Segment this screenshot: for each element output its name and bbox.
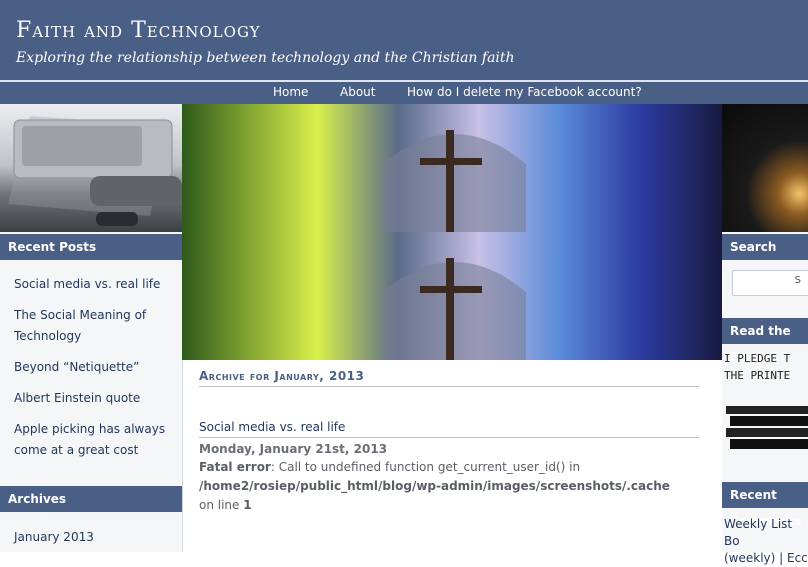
pledge-line: THE PRINTE <box>724 369 791 382</box>
recent-posts-heading: Recent Posts <box>0 234 182 260</box>
read-the-print-heading: Read the Print <box>722 318 808 364</box>
pledge-text: I PLEDGE T THE PRINTE <box>724 350 808 384</box>
nav-about[interactable]: About <box>340 85 375 99</box>
cross-wall-illustration <box>182 232 722 360</box>
site-tagline: Exploring the relationship between techn… <box>16 50 515 66</box>
recent-comments-heading: Recent Comments <box>722 482 808 528</box>
main-nav: Home About How do I delete my Facebook a… <box>0 81 808 104</box>
comment-text: Weekly List Bo <box>724 517 793 548</box>
cross-wall-illustration <box>182 104 722 232</box>
left-sidebar: Recent Posts Social media vs. real life … <box>0 232 183 552</box>
recent-post-link[interactable]: The Social Meaning of Technology <box>14 305 174 347</box>
site-header: Faith and Technology Exploring the relat… <box>0 0 808 81</box>
right-sidebar: Search S Read the Print I PLEDGE T THE P… <box>722 232 808 565</box>
recent-post-link[interactable]: Beyond “Netiquette” <box>14 357 174 378</box>
site-title[interactable]: Faith and Technology <box>16 18 261 43</box>
recent-post-link[interactable]: Social media vs. real life <box>14 274 174 295</box>
nav-home[interactable]: Home <box>273 85 308 99</box>
nav-delete-facebook[interactable]: How do I delete my Facebook account? <box>407 85 642 99</box>
recent-post-link[interactable]: Albert Einstein quote <box>14 388 174 409</box>
pledge-line: I PLEDGE T <box>724 352 791 365</box>
church-cross-banner-bottom <box>182 232 722 360</box>
books-stack-icon <box>726 406 808 449</box>
church-cross-banner-top <box>182 104 722 232</box>
search-heading: Search <box>722 234 808 260</box>
recent-post-link[interactable]: Apple picking has always come at a great… <box>14 419 174 461</box>
error-message: : Call to undefined function get_current… <box>270 460 581 474</box>
archives-heading: Archives <box>0 486 182 512</box>
recent-comment-item[interactable]: Weekly List Bo (weekly) | Ecc <box>724 516 808 567</box>
fatal-error-message: Fatal error: Call to undefined function … <box>199 458 699 515</box>
archive-heading: Archive for January, 2013 <box>199 369 699 387</box>
post-date: Monday, January 21st, 2013 <box>199 442 388 456</box>
error-path: /home2/rosiep/public_html/blog/wp-admin/… <box>199 479 670 493</box>
post-title-link[interactable]: Social media vs. real life <box>199 420 699 438</box>
laptop-touchpad-illustration <box>8 116 182 226</box>
candle-banner-image <box>722 104 808 232</box>
laptop-banner-image <box>0 104 182 232</box>
error-line-number: 1 <box>243 498 252 512</box>
search-input[interactable]: S <box>732 270 808 296</box>
archive-link[interactable]: January 2013 <box>14 527 174 548</box>
error-line-prefix: on line <box>199 498 240 512</box>
error-label: Fatal error <box>199 460 271 474</box>
search-submit-button[interactable]: S <box>795 275 801 286</box>
comment-text: (weekly) | Ecc <box>724 551 808 565</box>
